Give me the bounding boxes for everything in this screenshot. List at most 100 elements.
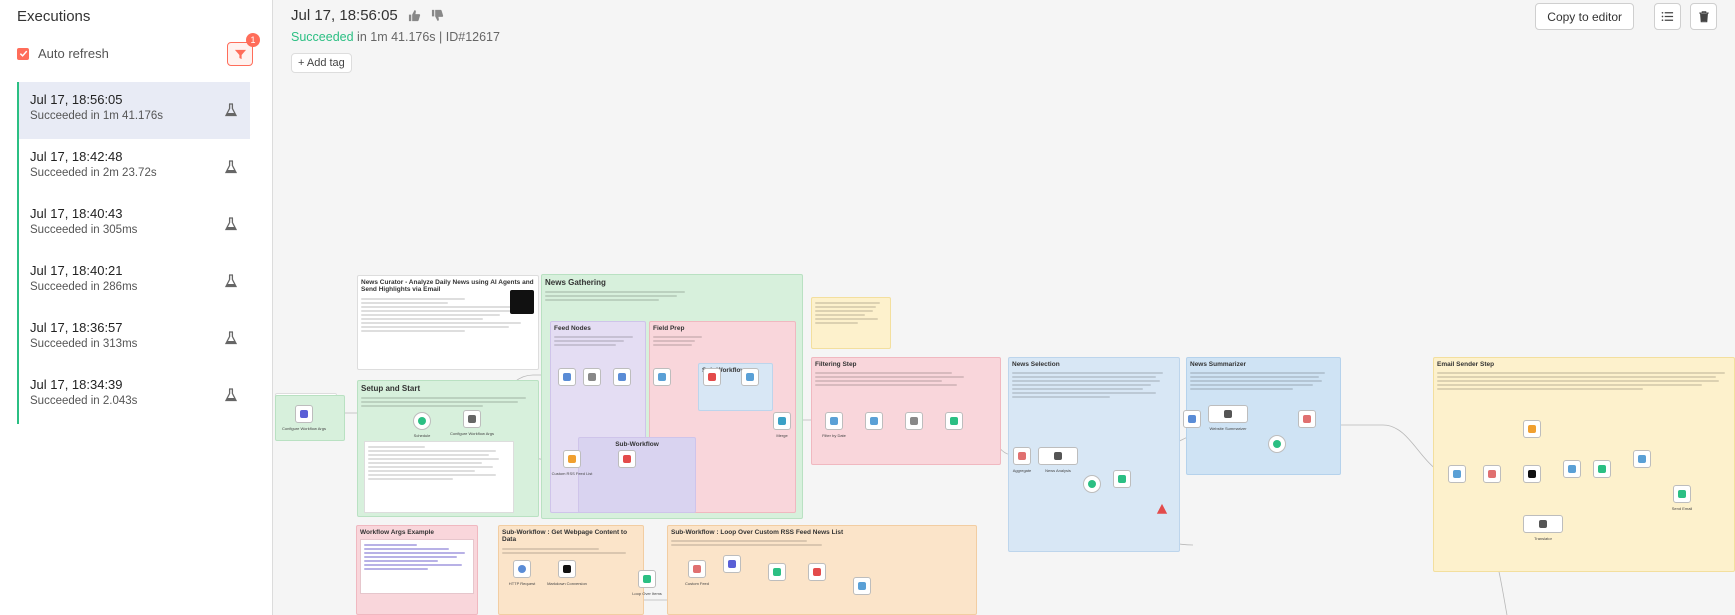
configure-workflow-label: Configure Workflow Args [450,431,494,436]
final-aggregate-node[interactable] [1298,410,1316,428]
filter-fields-node[interactable] [653,368,671,386]
website-summarizer-label: Website Summarizer [1209,426,1247,431]
markdown-label: Markdown Conversion [547,581,587,586]
schedule-node[interactable] [413,412,431,430]
if-node[interactable] [1113,470,1131,488]
remove-content-node[interactable] [865,412,883,430]
execution-time: Jul 17, 18:42:48 [30,149,123,164]
execution-item[interactable]: Jul 17, 18:36:57 Succeeded in 313ms [19,310,250,367]
shuffle-node[interactable] [905,412,923,430]
call-loop-node[interactable] [618,450,636,468]
field-prep-title: Field Prep [653,325,685,332]
remove-dup-node[interactable] [613,368,631,386]
news-analysis-node[interactable] [1038,447,1078,465]
execution-status: Succeeded in 2.043s [30,395,138,407]
ai-logo-image [510,290,534,314]
setup-title: Setup and Start [361,384,421,393]
list-view-button[interactable] [1654,3,1681,30]
email-sender-note: Email Sender Step [1433,357,1735,572]
markdown-conv-node[interactable] [1523,465,1541,483]
flask-icon[interactable] [224,160,238,174]
status-succeeded: Succeeded [291,30,354,44]
filter-date-node[interactable] [825,412,843,430]
limit-node[interactable] [945,412,963,430]
merge-label: Merge [776,433,788,438]
flask-icon[interactable] [224,103,238,117]
call-sub-node[interactable] [808,563,826,581]
schedule-label: Schedule [413,433,431,438]
delete-execution-button[interactable] [1690,3,1717,30]
execution-time: Jul 17, 18:36:57 [30,320,123,335]
execution-item[interactable]: Jul 17, 18:40:21 Succeeded in 286ms [19,253,250,310]
add-tag-button[interactable]: + Add tag [291,53,352,73]
combine-node[interactable] [1448,465,1466,483]
execution-header: Jul 17, 18:56:05 Succeeded in 1m 41.176s… [273,0,1735,75]
final-outputs-node[interactable] [1563,460,1581,478]
filtering-title: Filtering Step [815,361,857,368]
copy-to-editor-button[interactable]: Copy to editor [1535,3,1634,30]
instructions-note [811,297,891,349]
custom-feed-node[interactable] [688,560,706,578]
if-sub-node[interactable] [768,563,786,581]
results-text-node[interactable] [1483,465,1501,483]
aggregate-node[interactable] [1013,447,1031,465]
thumbs-down-icon[interactable] [431,9,444,22]
remove-empty-node[interactable] [741,368,759,386]
flask-icon[interactable] [224,388,238,402]
warning-icon [1156,503,1168,514]
flask-icon[interactable] [224,217,238,231]
google-news-node[interactable] [558,368,576,386]
filtering-step-note: Filtering Step [811,357,1001,465]
configure-workflow-node[interactable] [463,410,481,428]
thumbs-up-icon[interactable] [408,9,421,22]
send-email-node[interactable] [1673,485,1691,503]
summarizer-title: News Summarizer [1190,361,1246,368]
http-request-label: HTTP Request [508,581,536,586]
execution-item[interactable]: Jul 17, 18:42:48 Succeeded in 2m 23.72s [19,139,250,196]
split-out-node[interactable] [583,368,601,386]
translator-node[interactable] [1523,515,1563,533]
call-webpage-node[interactable] [703,368,721,386]
flask-icon[interactable] [224,274,238,288]
final-edit-node[interactable] [1633,450,1651,468]
execution-preview: Jul 17, 18:56:05 Succeeded in 1m 41.176s… [273,0,1735,615]
execution-item[interactable]: Jul 17, 18:56:05 Succeeded in 1m 41.176s [19,82,250,139]
execution-item[interactable]: Jul 17, 18:40:43 Succeeded in 305ms [19,196,250,253]
loop-items-node[interactable] [638,570,656,588]
json-parser-node[interactable] [1268,435,1286,453]
execution-time: Jul 17, 18:34:39 [30,377,123,392]
args-example-title: Workflow Args Example [360,529,435,536]
custom-rss-node[interactable] [563,450,581,468]
merge-node[interactable] [773,412,791,430]
auto-refresh-checkbox[interactable] [17,47,29,60]
execution-status: Succeeded in 2m 23.72s [30,167,157,179]
warning-node[interactable] [1153,500,1171,518]
execution-title-row: Jul 17, 18:56:05 [291,7,444,24]
website-summarizer-node[interactable] [1208,405,1248,423]
execution-status-line: Succeeded in 1m 41.176s | ID#12617 [291,30,500,44]
execution-time: Jul 17, 18:40:43 [30,206,123,221]
trash-icon [1698,11,1709,23]
execution-time: Jul 17, 18:40:21 [30,263,123,278]
http-request-node[interactable] [513,560,531,578]
configure-args-label: Configure Workflow Args [282,426,326,431]
feed-nodes-title: Feed Nodes [554,325,591,332]
remove-sub-node[interactable] [853,577,871,595]
setup-start-note: Setup and Start [357,380,539,517]
flask-icon[interactable] [224,331,238,345]
determine-lang-node[interactable] [1523,420,1541,438]
workflow-canvas[interactable]: News Curator - Analyze Daily News using … [273,75,1735,615]
curator-description-note: News Curator - Analyze Daily News using … [357,275,539,370]
markdown-node[interactable] [558,560,576,578]
configure-args-node[interactable] [295,405,313,423]
filter-fields-sub-node[interactable] [723,555,741,573]
output-parser-node[interactable] [1083,475,1101,493]
translator-label: Translator [1534,536,1552,541]
execution-item[interactable]: Jul 17, 18:34:39 Succeeded in 2.043s [19,367,250,424]
custom-feed-label: Custom Feed [684,581,710,586]
if-english-node[interactable] [1593,460,1611,478]
execution-status: Succeeded in 1m 41.176s [30,110,163,122]
auto-refresh-toggle[interactable]: Auto refresh [17,46,109,61]
executions-sidebar: Executions Auto refresh 1 Jul 17, 18:56:… [0,0,273,615]
split-summarizer-node[interactable] [1183,410,1201,428]
